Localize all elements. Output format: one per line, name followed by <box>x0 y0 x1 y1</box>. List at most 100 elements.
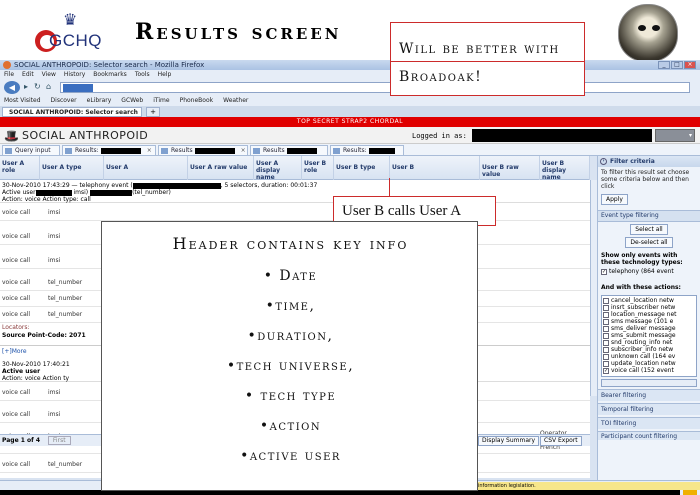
maximize-button[interactable]: □ <box>671 61 683 69</box>
action-checkbox[interactable]: unknown call (164 ev <box>602 353 696 360</box>
more-link[interactable]: [+]More <box>2 348 27 355</box>
action-checkbox[interactable]: subscriber_info netw <box>602 346 696 353</box>
redacted-username <box>472 129 652 142</box>
page-indicator: Page 1 of 4 <box>2 437 40 444</box>
col-user-a[interactable]: User A <box>104 156 188 180</box>
table-scrollbar[interactable] <box>590 180 597 396</box>
col-user-a-role[interactable]: User Arole <box>0 156 40 180</box>
close-tab-icon[interactable]: × <box>147 147 152 154</box>
bookmark-discover[interactable]: Discover <box>51 96 77 106</box>
csv-export-button[interactable]: CSV Export <box>540 436 582 446</box>
logo-text: GCHQ <box>49 31 102 50</box>
browser-tab-social-anthropoid[interactable]: SOCIAL ANTHROPOID: Selector search <box>2 107 142 117</box>
back-arrow-icon[interactable]: ◀ <box>4 81 20 94</box>
results-icon <box>333 148 340 154</box>
menu-view[interactable]: View <box>42 70 56 79</box>
first-page-button[interactable]: First <box>47 436 71 445</box>
tab-results-1[interactable]: Results: × <box>62 145 156 156</box>
bearer-filtering[interactable]: Bearer filtering <box>598 389 700 401</box>
user-b-calls-text: User B calls User A <box>342 203 462 219</box>
action-checkbox[interactable]: insrt_subscriber netw <box>602 304 696 311</box>
bookmark-phonebook[interactable]: PhoneBook <box>180 96 214 106</box>
pencil-icon <box>5 148 12 154</box>
window-titlebar: SOCIAL ANTHROPOID: Selector search - Moz… <box>0 60 700 70</box>
event-type-filtering[interactable]: Event type filtering <box>598 210 700 222</box>
action-checkbox[interactable]: ✓ voice call (152 event <box>602 367 696 374</box>
bookmarks-toolbar: Most Visited Discover eLibrary GCWeb iTi… <box>0 96 700 106</box>
classification-banner: TOP SECRET STRAP2 CHORDAL <box>0 117 700 127</box>
logged-in-label: Logged in as: <box>412 132 467 140</box>
action-checkbox[interactable]: snd_routing_info net <box>602 339 696 346</box>
menu-bar: File Edit View History Bookmarks Tools H… <box>0 70 700 79</box>
table-header: User Arole User A type User A User A raw… <box>0 156 590 181</box>
menu-history[interactable]: History <box>64 70 85 79</box>
col-user-b-type[interactable]: User B type <box>334 156 390 180</box>
close-tab-icon[interactable]: × <box>241 147 246 154</box>
show-only-label: Show only events with these technology t… <box>601 252 683 266</box>
action-checkbox[interactable]: sms message (101 e <box>602 318 696 325</box>
home-icon[interactable]: ⌂ <box>46 82 51 91</box>
temporal-filtering[interactable]: Temporal filtering <box>598 403 700 415</box>
tab-results-2[interactable]: Results × <box>158 145 248 156</box>
action-checkbox[interactable]: location_message net <box>602 311 696 318</box>
new-tab-button[interactable]: + <box>146 107 160 117</box>
apply-button[interactable]: Apply <box>601 194 628 205</box>
slide-title: Results screen <box>135 19 342 45</box>
col-user-a-display[interactable]: User Adisplay name <box>254 156 302 181</box>
actions-scrollbar[interactable] <box>601 379 697 387</box>
header-info-item: • Date <box>263 268 318 284</box>
menu-help[interactable]: Help <box>158 70 172 79</box>
table-row[interactable]: voice call imsi <box>0 204 590 221</box>
bookmark-most-visited[interactable]: Most Visited <box>4 96 41 106</box>
info-bar: information legislation. <box>470 482 700 490</box>
participant-count-filtering[interactable]: Participant count filtering <box>598 431 700 440</box>
toi-filtering[interactable]: TOI filtering <box>598 417 700 429</box>
monkey-photo <box>618 4 678 62</box>
broadoak-callout: Will be better with Broadoak! <box>390 22 585 96</box>
header-info-item: •duration, <box>247 328 334 344</box>
url-bar[interactable] <box>60 82 690 93</box>
reload-icon[interactable]: ↻ <box>34 82 41 91</box>
header-info-item: • tech type <box>244 388 337 404</box>
action-checkbox[interactable]: sms_deliver message <box>602 325 696 332</box>
bookmark-elibrary[interactable]: eLibrary <box>87 96 112 106</box>
action-checkbox[interactable]: update_location netw <box>602 360 696 367</box>
col-user-b-raw[interactable]: User B raw value <box>480 156 540 180</box>
header-info-heading: Header contains key info <box>172 234 409 253</box>
filter-criteria-header[interactable]: › Filter criteria <box>598 156 700 167</box>
menu-edit[interactable]: Edit <box>22 70 34 79</box>
close-window-button[interactable]: × <box>684 61 696 69</box>
bookmark-itime[interactable]: iTime <box>153 96 169 106</box>
callout-line-1: Will be better with <box>399 41 560 57</box>
tab-query-input[interactable]: Query input <box>2 145 60 156</box>
app-title: SOCIAL ANTHROPOID <box>22 129 149 142</box>
minimize-button[interactable]: _ <box>658 61 670 69</box>
site-identity-icon[interactable] <box>63 84 93 92</box>
col-user-a-type[interactable]: User A type <box>40 156 104 180</box>
deselect-all-button[interactable]: De-select all <box>625 237 673 248</box>
header-info-item: •active user <box>240 448 341 464</box>
menu-file[interactable]: File <box>4 70 14 79</box>
bookmark-weather[interactable]: Weather <box>223 96 248 106</box>
checkbox-checked-icon[interactable]: ✓ <box>601 268 607 275</box>
select-all-button[interactable]: Select all <box>630 224 668 235</box>
user-dropdown[interactable]: ▾ <box>655 129 695 142</box>
callout-connector <box>389 178 390 198</box>
tab-results-4[interactable]: Results:× <box>330 145 404 164</box>
bookmark-gcweb[interactable]: GCWeb <box>121 96 143 106</box>
display-summary-button[interactable]: Display Summary <box>478 436 540 446</box>
tech-telephony-checkbox[interactable]: ✓ telephony (864 event <box>598 268 700 276</box>
col-user-b[interactable]: User B <box>390 156 480 180</box>
status-indicator-icon <box>683 490 697 495</box>
menu-bookmarks[interactable]: Bookmarks <box>93 70 127 79</box>
col-user-b-role[interactable]: User Brole <box>302 156 334 180</box>
collapse-icon[interactable]: › <box>600 158 607 165</box>
filter-sidebar: › Filter criteria To filter this result s… <box>597 156 700 491</box>
tab-results-3[interactable]: Results× <box>250 145 328 164</box>
col-user-a-raw[interactable]: User A raw value <box>188 156 254 180</box>
menu-tools[interactable]: Tools <box>135 70 150 79</box>
action-checkbox[interactable]: cancel_location netw <box>602 297 696 304</box>
col-user-b-display[interactable]: User Bdisplay name <box>540 156 590 181</box>
forward-icon[interactable]: ▸ <box>24 82 28 91</box>
action-checkbox[interactable]: sms_submit message <box>602 332 696 339</box>
